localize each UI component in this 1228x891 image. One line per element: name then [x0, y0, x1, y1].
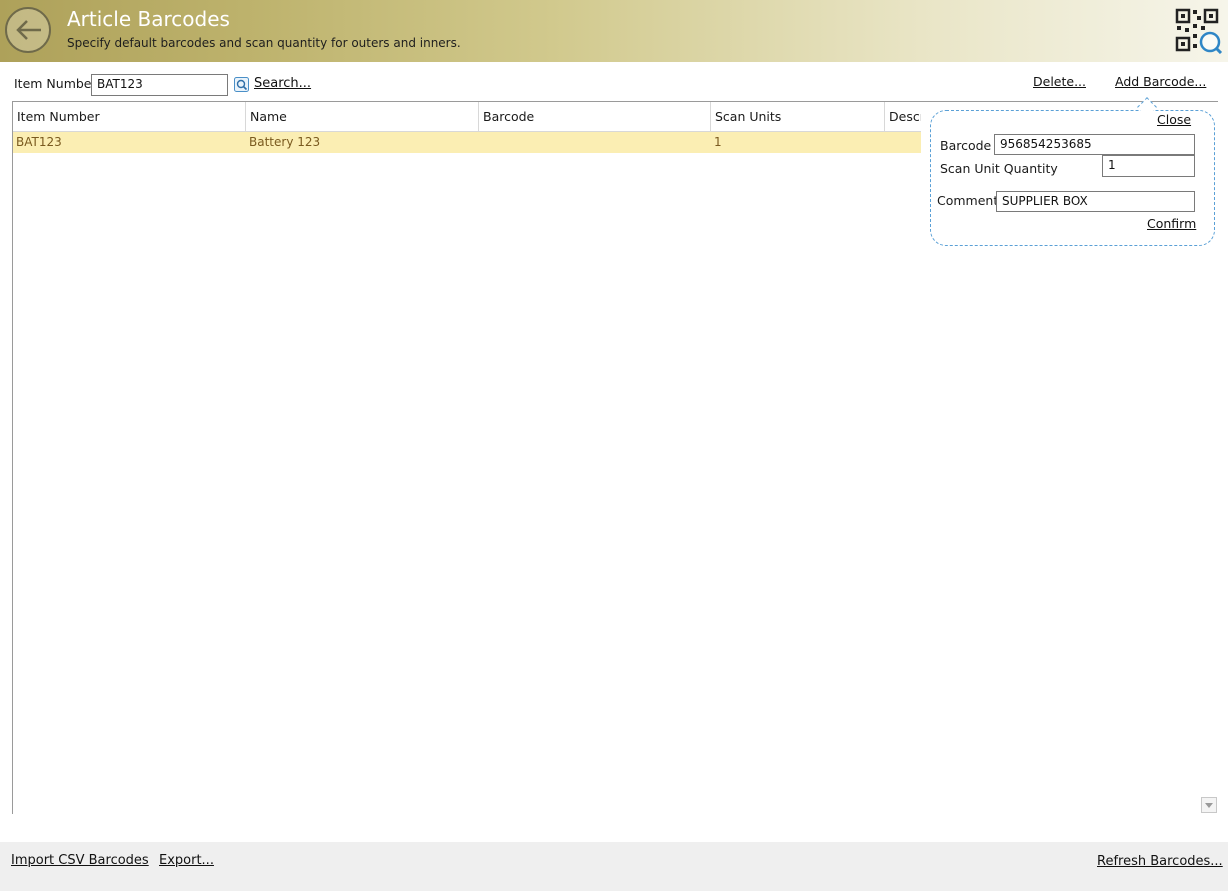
delete-link[interactable]: Delete... — [1033, 74, 1086, 89]
scan-unit-quantity-label: Scan Unit Quantity — [940, 161, 1058, 176]
page-title: Article Barcodes — [67, 7, 230, 31]
export-link[interactable]: Export... — [159, 853, 214, 868]
grid-header: Item Number Name Barcode Scan Units Desc… — [13, 102, 921, 132]
qr-search-icon — [1175, 8, 1223, 54]
column-header-scan-units[interactable]: Scan Units — [711, 102, 885, 131]
item-number-label: Item Number — [14, 76, 97, 91]
footer-bar: Import CSV Barcodes Export... Refresh Ba… — [0, 842, 1228, 891]
add-barcode-link[interactable]: Add Barcode... — [1115, 74, 1206, 89]
barcode-label: Barcode — [940, 138, 992, 153]
column-header-description[interactable]: Description — [885, 102, 921, 131]
comment-input[interactable]: SUPPLIER BOX — [996, 191, 1195, 212]
column-header-item-number[interactable]: Item Number — [13, 102, 246, 131]
back-arrow-icon — [16, 20, 41, 40]
comment-label: Comment — [937, 193, 999, 208]
scroll-down-button[interactable] — [1201, 797, 1217, 813]
cell-name: Battery 123 — [249, 135, 321, 149]
cell-barcode — [479, 132, 482, 153]
scan-unit-quantity-input[interactable]: 1 — [1102, 155, 1195, 177]
item-number-input[interactable]: BAT123 — [91, 74, 228, 96]
search-icon[interactable] — [234, 77, 249, 92]
close-link[interactable]: Close — [1157, 112, 1191, 127]
back-button[interactable] — [5, 7, 51, 53]
column-header-barcode[interactable]: Barcode — [479, 102, 711, 131]
barcode-input[interactable]: 956854253685 — [994, 134, 1195, 155]
table-row[interactable]: BAT123 Battery 123 1 — [13, 132, 921, 153]
refresh-barcodes-link[interactable]: Refresh Barcodes... — [1097, 854, 1223, 869]
header-banner: Article Barcodes Specify default barcode… — [0, 0, 1228, 62]
cell-scan-units: 1 — [714, 135, 722, 149]
import-csv-link[interactable]: Import CSV Barcodes — [11, 853, 149, 868]
confirm-link[interactable]: Confirm — [1147, 216, 1196, 231]
page-subtitle: Specify default barcodes and scan quanti… — [67, 36, 461, 50]
column-header-name[interactable]: Name — [246, 102, 479, 131]
scroll-down-icon — [1205, 803, 1213, 808]
cell-item-number: BAT123 — [16, 135, 62, 149]
search-link[interactable]: Search... — [254, 76, 311, 91]
